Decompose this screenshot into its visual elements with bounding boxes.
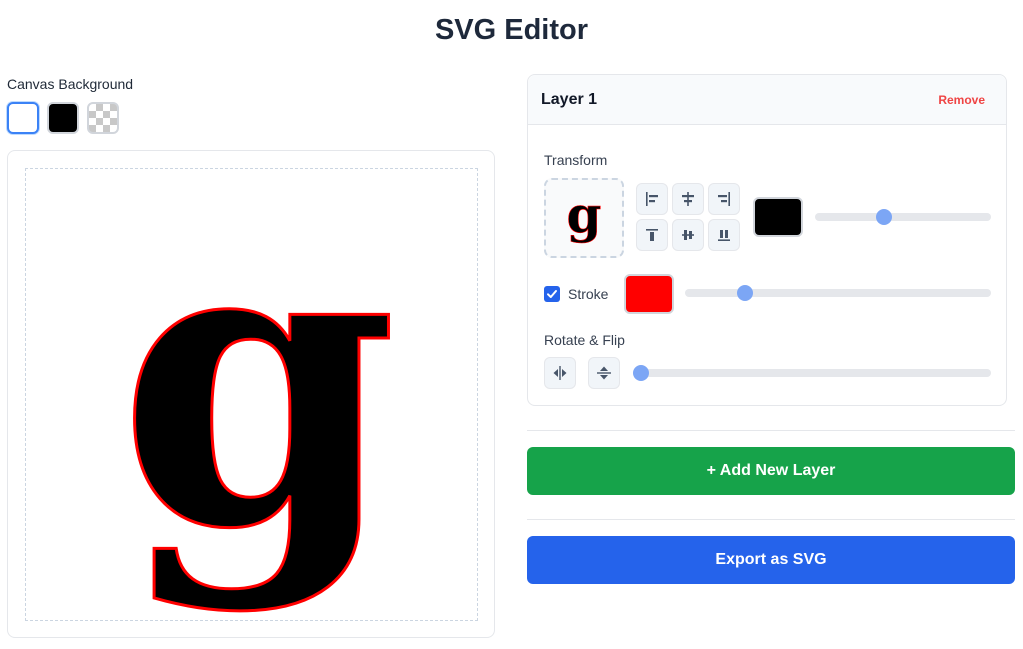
canvas-background-label: Canvas Background xyxy=(7,76,134,92)
scale-slider[interactable] xyxy=(815,209,991,225)
flip-horizontal-button[interactable] xyxy=(544,357,576,389)
layer-name: Layer 1 xyxy=(541,91,598,108)
flip-horizontal-icon xyxy=(553,366,567,380)
scale-slider-thumb[interactable] xyxy=(876,209,892,225)
preview-glyph: g xyxy=(567,188,602,244)
align-middle-vertical-icon xyxy=(682,230,694,240)
divider xyxy=(527,519,1015,520)
stroke-width-slider[interactable] xyxy=(685,285,991,301)
stroke-checkbox[interactable] xyxy=(544,286,560,302)
stroke-color-picker[interactable] xyxy=(624,274,674,314)
export-svg-button[interactable]: Export as SVG xyxy=(527,536,1015,584)
align-top-button[interactable] xyxy=(636,219,668,251)
layer-preview-svg: g xyxy=(566,188,602,244)
background-swatch-black[interactable] xyxy=(47,102,79,134)
background-swatch-white[interactable] xyxy=(7,102,39,134)
layer-header: Layer 1 Remove xyxy=(528,75,1006,125)
align-left-button[interactable] xyxy=(636,183,668,215)
align-bottom-icon xyxy=(718,230,730,241)
stroke-width-slider-thumb[interactable] xyxy=(737,285,753,301)
align-center-horizontal-button[interactable] xyxy=(672,183,704,215)
transform-label: Transform xyxy=(544,152,608,168)
checkmark-icon xyxy=(547,290,557,298)
fill-color-picker[interactable] xyxy=(753,197,803,237)
rotation-slider[interactable] xyxy=(633,365,991,381)
app-title: SVG Editor xyxy=(434,14,589,46)
stroke-label: Stroke xyxy=(568,286,609,302)
align-left-icon xyxy=(646,192,658,206)
layer-card: Layer 1 Remove Transform g Stroke Rotate… xyxy=(527,74,1007,406)
divider xyxy=(527,430,1015,431)
align-middle-vertical-button[interactable] xyxy=(672,219,704,251)
align-center-horizontal-icon xyxy=(682,192,694,206)
rotation-slider-thumb[interactable] xyxy=(633,365,649,381)
layer-preview[interactable]: g xyxy=(544,178,624,258)
remove-layer-button[interactable]: Remove xyxy=(938,93,985,107)
canvas-area[interactable]: g xyxy=(25,168,478,621)
background-swatch-transparent[interactable] xyxy=(87,102,119,134)
align-top-icon xyxy=(646,229,658,241)
canvas-glyph[interactable]: g xyxy=(117,169,400,619)
align-bottom-button[interactable] xyxy=(708,219,740,251)
canvas-svg: g xyxy=(117,169,400,619)
add-layer-button[interactable]: + Add New Layer xyxy=(527,447,1015,495)
canvas-panel: g xyxy=(7,150,495,638)
align-right-icon xyxy=(718,192,730,206)
flip-vertical-button[interactable] xyxy=(588,357,620,389)
flip-vertical-icon xyxy=(597,366,611,380)
rotate-flip-label: Rotate & Flip xyxy=(544,332,625,348)
align-right-button[interactable] xyxy=(708,183,740,215)
